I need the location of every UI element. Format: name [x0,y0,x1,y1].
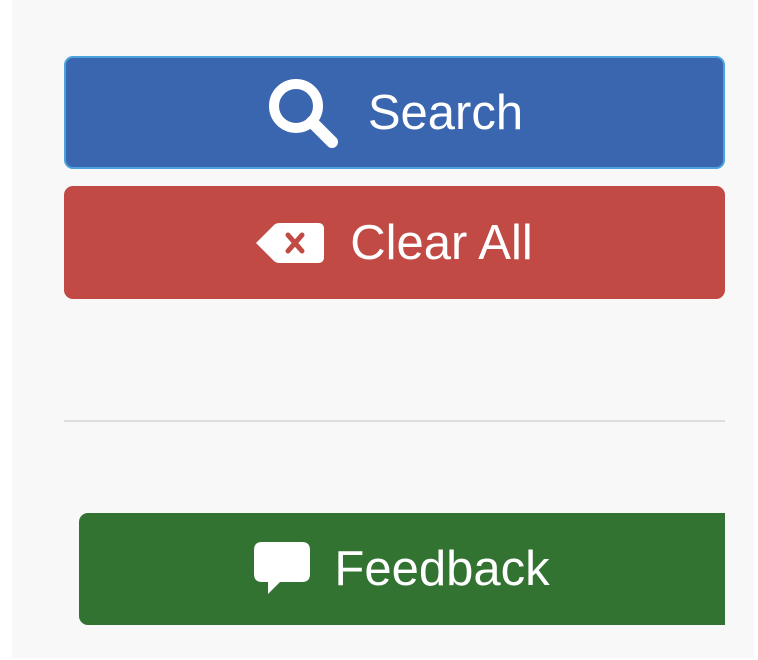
backspace-icon [256,222,325,263]
feedback-button-label: Feedback [334,542,550,596]
divider [64,420,725,422]
clear-all-button-label: Clear All [350,215,533,270]
search-icon [266,76,340,150]
search-button-label: Search [367,85,524,140]
comment-icon [254,542,311,596]
clear-all-button[interactable]: Clear All [64,186,725,299]
feedback-button[interactable]: Feedback [79,513,725,625]
search-button[interactable]: Search [64,56,725,169]
